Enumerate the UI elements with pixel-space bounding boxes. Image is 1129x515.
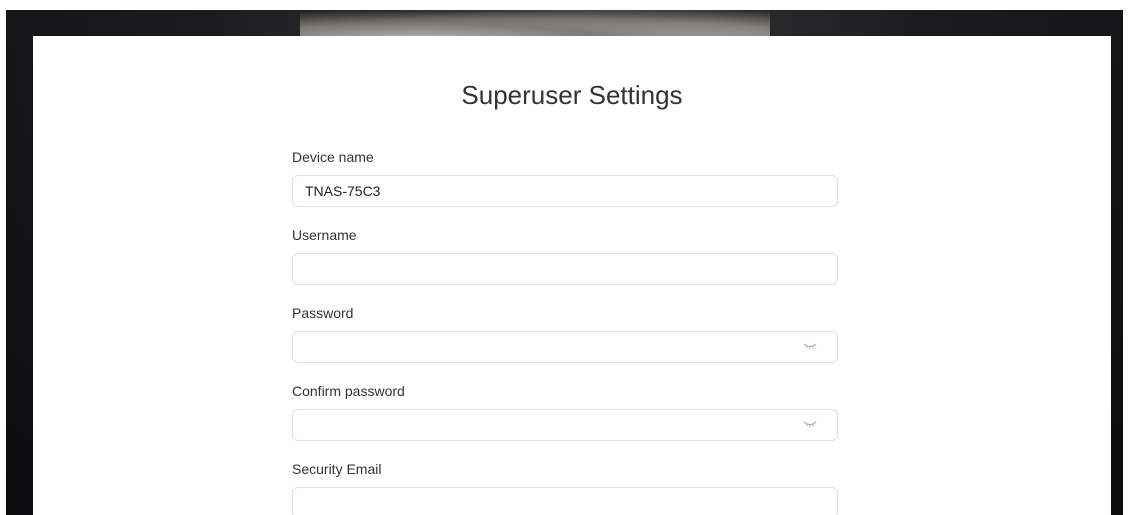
username-input[interactable] — [292, 253, 838, 285]
device-name-input[interactable]: TNAS-75C3 — [292, 175, 838, 207]
security-email-input[interactable] — [292, 487, 838, 515]
security-email-label: Security Email — [292, 461, 382, 477]
confirm-password-input[interactable] — [292, 409, 838, 441]
eye-closed-icon[interactable] — [803, 343, 817, 350]
password-input[interactable] — [292, 331, 838, 363]
username-label: Username — [292, 227, 357, 243]
superuser-form: Device name TNAS-75C3 Username Password … — [292, 148, 838, 515]
device-name-label: Device name — [292, 149, 374, 165]
eye-closed-icon[interactable] — [803, 421, 817, 428]
settings-card: Superuser Settings Device name TNAS-75C3… — [33, 36, 1111, 515]
password-label: Password — [292, 305, 354, 321]
wallpaper-animal-fur — [300, 10, 770, 38]
page-title: Superuser Settings — [461, 80, 683, 110]
confirm-password-label: Confirm password — [292, 383, 405, 399]
